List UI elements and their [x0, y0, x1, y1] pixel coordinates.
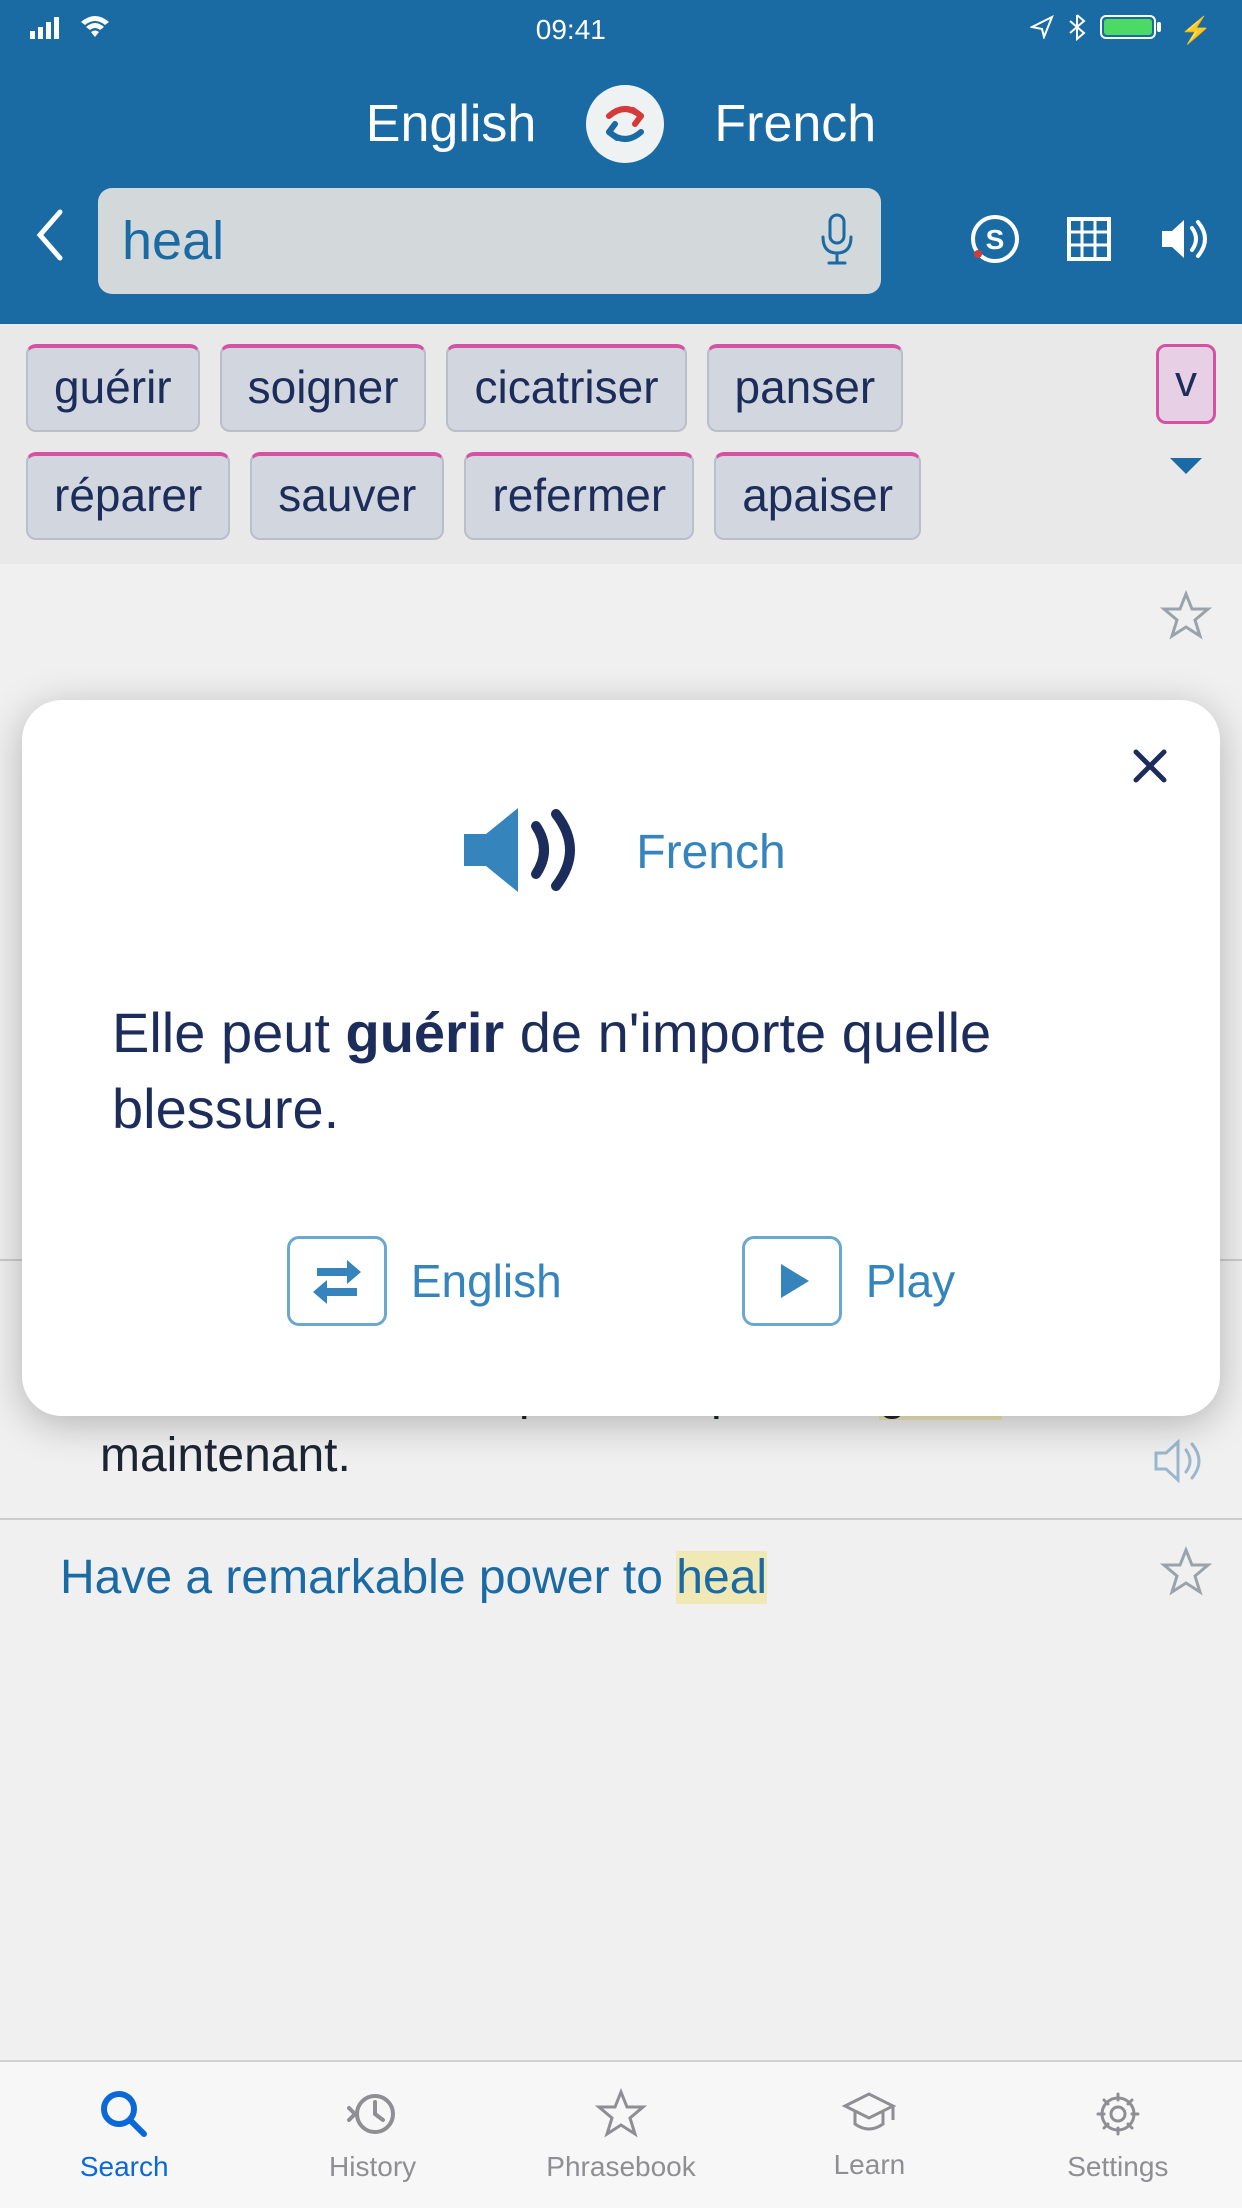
tab-settings[interactable]: Settings: [994, 2062, 1242, 2208]
switch-icon: [287, 1236, 387, 1326]
tab-search[interactable]: Search: [0, 2062, 248, 2208]
location-icon: [1030, 14, 1054, 46]
tab-bar: Search History Phrasebook Learn Settings: [0, 2060, 1242, 2208]
star-icon[interactable]: [1160, 590, 1212, 647]
chip-item[interactable]: sauver: [250, 452, 444, 540]
pronounce-modal: French Elle peut guérir de n'importe que…: [22, 700, 1220, 1416]
close-button[interactable]: [1130, 740, 1170, 798]
bluetooth-icon: [1068, 13, 1086, 48]
search-box: [98, 188, 881, 294]
language-row: English French: [0, 70, 1242, 188]
switch-language-button[interactable]: English: [287, 1236, 562, 1326]
status-left: [30, 14, 112, 46]
text: maintenant.: [100, 1429, 351, 1482]
star-icon[interactable]: [1160, 1546, 1212, 1603]
tab-label: Phrasebook: [546, 2151, 695, 2183]
chip-item[interactable]: cicatriser: [446, 344, 686, 432]
result-english: Have a remarkable power to heal: [60, 1548, 1212, 1608]
tab-label: Learn: [834, 2149, 906, 2181]
pos-chip[interactable]: v: [1156, 344, 1216, 424]
header-icons: S: [970, 214, 1214, 269]
modal-header: French: [112, 800, 1130, 905]
expand-arrow-icon[interactable]: [1166, 454, 1206, 485]
status-bar: 09:41 ⚡: [0, 0, 1242, 60]
text-bold: guérir: [346, 1001, 505, 1064]
search-row: S: [0, 188, 1242, 294]
speaker-icon[interactable]: [1152, 1435, 1212, 1492]
chips-side: v: [1156, 344, 1216, 485]
tab-learn[interactable]: Learn: [745, 2062, 993, 2208]
signal-icon: [30, 14, 66, 46]
swap-icon: [597, 96, 653, 152]
charging-icon: ⚡: [1180, 15, 1212, 46]
tab-label: History: [329, 2151, 416, 2183]
chip-item[interactable]: réparer: [26, 452, 230, 540]
status-time: 09:41: [536, 14, 606, 46]
status-right: ⚡: [1030, 13, 1212, 48]
text-highlight: heal: [676, 1551, 767, 1604]
modal-actions: English Play: [112, 1236, 1130, 1326]
svg-text:S: S: [986, 224, 1005, 255]
star-icon: [595, 2088, 647, 2145]
history-icon: [347, 2088, 399, 2145]
s-circle-icon[interactable]: S: [970, 214, 1020, 269]
battery-icon: [1100, 13, 1166, 48]
mic-icon[interactable]: [817, 211, 857, 272]
chip-item[interactable]: soigner: [220, 344, 427, 432]
translation-chips-area: guérir soigner cicatriser panser réparer…: [0, 324, 1242, 564]
wifi-icon: [78, 14, 112, 46]
gear-icon: [1092, 2088, 1144, 2145]
learn-icon: [841, 2090, 897, 2143]
modal-sentence: Elle peut guérir de n'importe quelle ble…: [112, 995, 1130, 1146]
back-button[interactable]: [28, 207, 70, 276]
chip-item[interactable]: panser: [707, 344, 904, 432]
speaker-icon[interactable]: [1158, 214, 1214, 269]
app-header: English French S: [0, 60, 1242, 324]
tab-history[interactable]: History: [248, 2062, 496, 2208]
lang-to[interactable]: French: [714, 94, 876, 154]
action-label: English: [411, 1254, 562, 1308]
tab-label: Settings: [1067, 2151, 1168, 2183]
chip-item[interactable]: apaiser: [714, 452, 921, 540]
modal-lang-label: French: [636, 825, 785, 880]
tab-label: Search: [80, 2151, 169, 2183]
search-icon: [98, 2088, 150, 2145]
chips-row: guérir soigner cicatriser panser réparer…: [26, 344, 926, 540]
lang-from[interactable]: English: [366, 94, 537, 154]
search-input[interactable]: [122, 210, 817, 272]
text: Elle peut: [112, 1001, 346, 1064]
play-icon: [742, 1236, 842, 1326]
tab-phrasebook[interactable]: Phrasebook: [497, 2062, 745, 2208]
text: Have a remarkable power to: [60, 1551, 676, 1604]
play-button[interactable]: Play: [742, 1236, 955, 1326]
swap-languages-button[interactable]: [586, 85, 664, 163]
speaker-large-icon: [456, 800, 596, 905]
chip-item[interactable]: refermer: [464, 452, 694, 540]
grid-icon[interactable]: [1064, 214, 1114, 269]
action-label: Play: [866, 1254, 955, 1308]
result-item[interactable]: Have a remarkable power to heal: [0, 1520, 1242, 1652]
chip-item[interactable]: guérir: [26, 344, 200, 432]
